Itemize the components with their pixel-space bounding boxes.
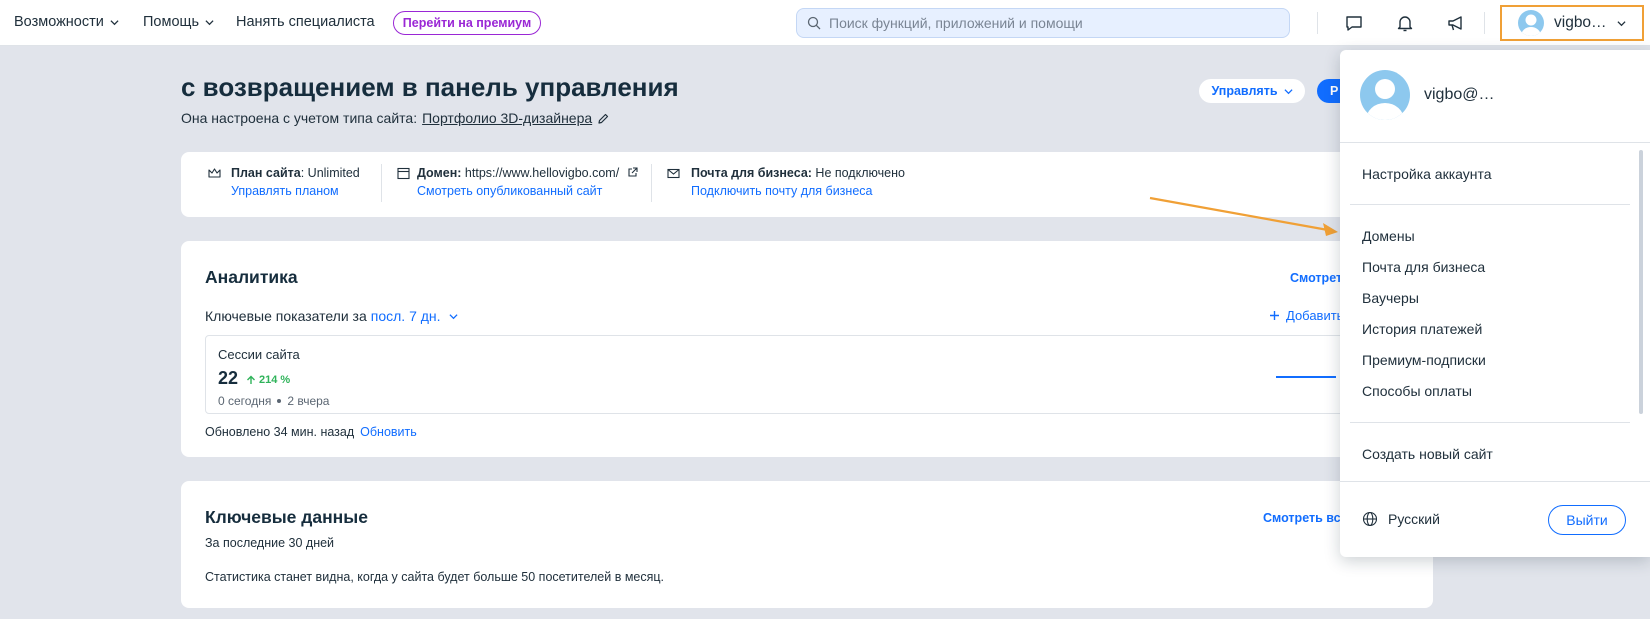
sessions-delta: 214 % bbox=[246, 374, 290, 386]
globe-icon bbox=[1362, 511, 1378, 527]
divider bbox=[1350, 204, 1630, 205]
sessions-yesterday: 2 вчера bbox=[287, 394, 330, 408]
dropdown-user-name: vigbo@… bbox=[1424, 86, 1495, 103]
mail-icon bbox=[667, 168, 680, 179]
plus-icon bbox=[1270, 311, 1279, 320]
manage-label: Управлять bbox=[1211, 84, 1278, 98]
plan-label: План сайта bbox=[231, 166, 301, 180]
key-data-card: Ключевые данные Смотреть всю За последни… bbox=[181, 481, 1433, 608]
sessions-delta-value: 214 % bbox=[259, 374, 291, 386]
view-site-link[interactable]: Смотреть опубликованный сайт bbox=[417, 184, 602, 198]
upgrade-premium-button[interactable]: Перейти на премиум bbox=[393, 11, 541, 35]
language-label: Русский bbox=[1388, 511, 1440, 527]
key-data-see-all-link[interactable]: Смотреть всю bbox=[1263, 511, 1351, 525]
subtitle-text: Она настроена с учетом типа сайта: bbox=[181, 110, 418, 126]
menu-item-premium-subscriptions[interactable]: Премиум-подписки bbox=[1362, 352, 1486, 368]
divider bbox=[651, 164, 652, 202]
updated-row: Обновлено 34 мин. назад Обновить bbox=[205, 425, 417, 439]
chevron-down-icon[interactable] bbox=[449, 312, 458, 321]
menu-item-vouchers[interactable]: Ваучеры bbox=[1362, 290, 1419, 306]
browser-icon bbox=[397, 167, 410, 180]
crown-icon bbox=[208, 168, 221, 178]
language-selector[interactable]: Русский bbox=[1362, 511, 1440, 527]
mail-value: Не подключено bbox=[811, 166, 905, 180]
analytics-title: Аналитика bbox=[205, 267, 298, 287]
manage-button[interactable]: Управлять bbox=[1199, 79, 1305, 103]
menu-item-business-mail[interactable]: Почта для бизнеса bbox=[1362, 259, 1485, 275]
avatar bbox=[1518, 10, 1544, 36]
domain-info: Домен: https://www.hellovigbo.com/ Смотр… bbox=[417, 166, 638, 198]
nav-help-label: Помощь bbox=[143, 14, 200, 30]
user-icon bbox=[1366, 79, 1404, 120]
chevron-down-icon bbox=[1617, 20, 1626, 26]
analytics-card: Аналитика Смотреть Ключевые показатели з… bbox=[181, 241, 1433, 457]
account-dropdown: vigbo@… Настройка аккаунта Домены Почта … bbox=[1340, 50, 1650, 557]
divider bbox=[1484, 12, 1485, 34]
avatar bbox=[1360, 70, 1410, 120]
menu-item-payment-methods[interactable]: Способы оплаты bbox=[1362, 383, 1472, 399]
chat-icon[interactable] bbox=[1344, 13, 1364, 33]
updated-text: Обновлено 34 мин. назад bbox=[205, 425, 355, 439]
sessions-today: 0 сегодня bbox=[218, 394, 272, 408]
add-kpi-label: Добавить bbox=[1286, 308, 1344, 323]
business-mail-info: Почта для бизнеса: Не подключено Подключ… bbox=[691, 166, 905, 198]
nav-features-label: Возможности bbox=[14, 14, 104, 30]
connect-mail-link[interactable]: Подключить почту для бизнеса bbox=[691, 184, 872, 198]
divider bbox=[1350, 422, 1630, 423]
page-title: с возвращением в панель управления bbox=[181, 72, 679, 102]
megaphone-icon[interactable] bbox=[1446, 13, 1466, 33]
key-data-note: Статистика станет видна, когда у сайта б… bbox=[205, 570, 665, 584]
chevron-down-icon bbox=[110, 19, 119, 25]
divider bbox=[381, 164, 382, 202]
nav-hire-expert-label: Нанять специалиста bbox=[236, 14, 375, 30]
sessions-label: Сессии сайта bbox=[218, 347, 300, 362]
chevron-down-icon bbox=[205, 19, 214, 25]
account-name: vigbo… bbox=[1554, 14, 1607, 31]
sessions-kpi-tile[interactable]: Сессии сайта 22 214 % 0 сегодня 2 вчера bbox=[205, 335, 1405, 414]
menu-item-billing-history[interactable]: История платежей bbox=[1362, 321, 1482, 337]
site-type-link[interactable]: Портфолио 3D-дизайнера bbox=[422, 110, 592, 126]
arrow-up-icon bbox=[247, 375, 255, 384]
page-subtitle: Она настроена с учетом типа сайта: Портф… bbox=[181, 110, 610, 126]
kpi-prefix: Ключевые показатели за bbox=[205, 308, 367, 324]
nav-help[interactable]: Помощь bbox=[143, 14, 214, 30]
mail-label: Почта для бизнеса: bbox=[691, 166, 812, 180]
domain-label: Домен: bbox=[417, 166, 462, 180]
arrow-annotation bbox=[1149, 196, 1338, 236]
refresh-link[interactable]: Обновить bbox=[360, 425, 417, 439]
user-icon bbox=[1521, 14, 1541, 36]
domain-value: https://www.hellovigbo.com/ bbox=[461, 166, 620, 180]
divider bbox=[1317, 12, 1318, 34]
period-select[interactable]: посл. 7 дн. bbox=[371, 308, 441, 324]
sparkline bbox=[1276, 376, 1336, 378]
sessions-value: 22 bbox=[218, 368, 239, 388]
top-bar: Возможности Помощь Нанять специалиста Пе… bbox=[0, 0, 1650, 46]
search-icon bbox=[807, 16, 821, 30]
scrollbar[interactable] bbox=[1639, 150, 1643, 414]
pencil-icon[interactable] bbox=[597, 112, 610, 125]
menu-item-create-site[interactable]: Создать новый сайт bbox=[1362, 446, 1493, 462]
plan-info: План сайта: Unlimited Управлять планом bbox=[231, 166, 360, 198]
divider bbox=[1340, 142, 1650, 143]
key-data-title: Ключевые данные bbox=[205, 507, 368, 527]
nav-hire-expert[interactable]: Нанять специалиста bbox=[236, 14, 375, 30]
search-bar[interactable] bbox=[796, 8, 1290, 38]
add-kpi-link[interactable]: Добавить bbox=[1269, 308, 1343, 323]
chevron-down-icon bbox=[1283, 88, 1293, 94]
divider bbox=[1340, 481, 1650, 482]
nav-features[interactable]: Возможности bbox=[14, 14, 119, 30]
logout-button[interactable]: Выйти bbox=[1548, 505, 1626, 535]
bell-icon[interactable] bbox=[1395, 13, 1415, 33]
menu-item-account-settings[interactable]: Настройка аккаунта bbox=[1362, 166, 1492, 182]
manage-plan-link[interactable]: Управлять планом bbox=[231, 184, 339, 198]
plan-value: : Unlimited bbox=[300, 166, 360, 180]
account-menu-button[interactable]: vigbo… bbox=[1500, 5, 1644, 41]
separator-dot bbox=[277, 399, 282, 403]
key-data-period: За последние 30 дней bbox=[205, 536, 335, 550]
kpi-period-row: Ключевые показатели за посл. 7 дн. bbox=[205, 308, 458, 324]
search-input[interactable] bbox=[829, 15, 1269, 31]
external-link-icon[interactable] bbox=[627, 167, 638, 178]
menu-item-domains[interactable]: Домены bbox=[1362, 228, 1415, 244]
sessions-breakdown: 0 сегодня 2 вчера bbox=[218, 394, 329, 408]
